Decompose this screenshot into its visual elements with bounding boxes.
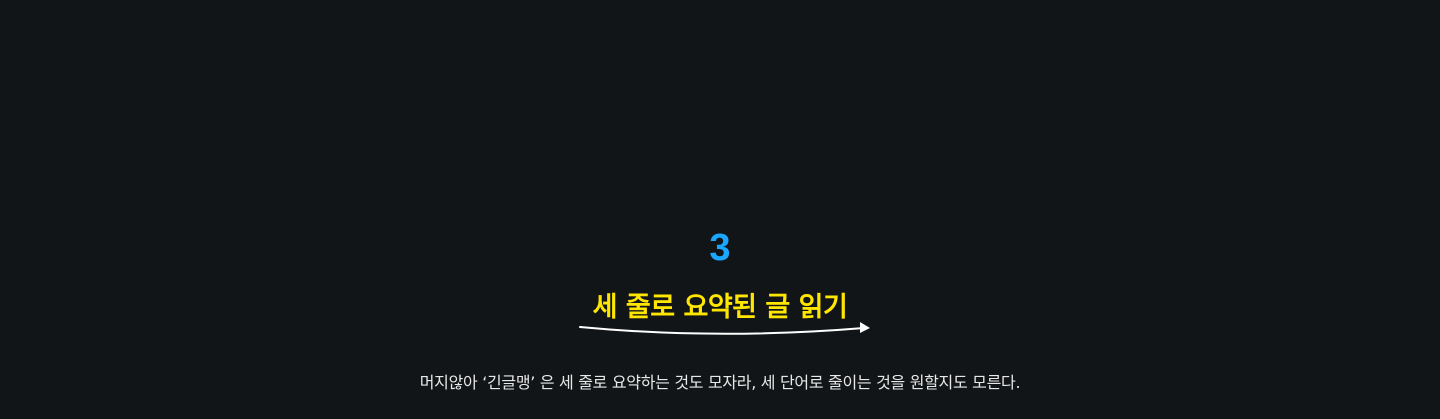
arrow-head xyxy=(860,322,870,333)
section-description: 머지않아 ‘긴글맹’ 은 세 줄로 요약하는 것도 모자라, 세 단어로 줄이는… xyxy=(419,373,1021,392)
content-section: 3 세 줄로 요약된 글 읽기 머지않아 ‘긴글맹’ 은 세 줄로 요약하는 것… xyxy=(0,0,1440,419)
arrow-line xyxy=(579,326,865,335)
curved-arrow-icon xyxy=(579,322,870,335)
step-number: 3 xyxy=(709,227,731,269)
